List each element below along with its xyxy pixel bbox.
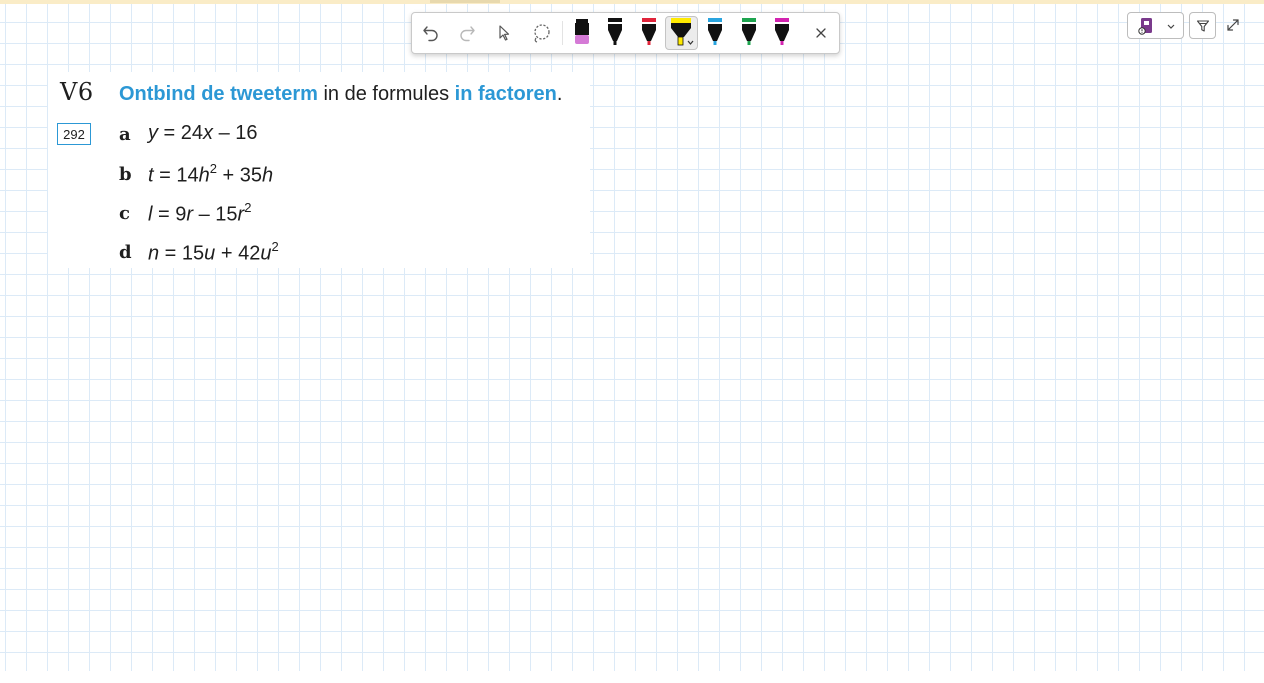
top-strip xyxy=(0,0,1264,4)
formula-d: n = 15u + 42u2 xyxy=(148,239,279,265)
pen-magenta-button[interactable] xyxy=(765,13,799,53)
item-letter-a: a xyxy=(119,124,131,145)
page-reference-badge: 292 xyxy=(57,123,91,145)
select-pointer-icon xyxy=(499,25,510,41)
pen-black-icon xyxy=(608,18,622,45)
pen-green-button[interactable] xyxy=(732,13,766,53)
instruction-keyword-1: Ontbind de tweeterm xyxy=(119,83,318,105)
highlighter-yellow-icon xyxy=(670,18,693,46)
item-letter-d: d xyxy=(119,242,132,263)
pen-blue-button[interactable] xyxy=(698,13,732,53)
bottom-margin xyxy=(0,671,1264,683)
pen-red-icon xyxy=(642,18,656,45)
top-strip-highlight xyxy=(430,0,500,3)
funnel-icon xyxy=(1196,19,1209,32)
filter-button[interactable] xyxy=(1189,12,1216,39)
pen-black-button[interactable] xyxy=(598,13,632,53)
lasso-tool-button[interactable] xyxy=(525,13,559,53)
pen-black-pink-icon xyxy=(575,19,589,44)
toolbar-separator xyxy=(562,21,563,45)
formula-c: l = 9r – 15r2 xyxy=(148,200,252,226)
item-letter-c: c xyxy=(119,203,130,224)
ink-pen-icon xyxy=(1137,17,1152,35)
redo-icon xyxy=(460,26,475,42)
expand-button[interactable] xyxy=(1222,14,1244,36)
expand-icon xyxy=(1227,19,1239,31)
highlighter-yellow-button[interactable] xyxy=(665,16,698,50)
pen-black-pink-button[interactable] xyxy=(565,13,599,53)
exercise-number: V6 xyxy=(60,78,94,106)
close-toolbar-button[interactable] xyxy=(804,13,838,53)
undo-button[interactable] xyxy=(414,13,448,53)
pen-tray-dropdown[interactable] xyxy=(1127,12,1184,39)
redo-button[interactable] xyxy=(450,13,484,53)
exercise-instruction: Ontbind de tweeterm in de formules in fa… xyxy=(119,83,562,106)
pen-blue-icon xyxy=(708,18,722,45)
pen-red-button[interactable] xyxy=(632,13,666,53)
instruction-period: . xyxy=(556,83,563,105)
instruction-text: in de formules xyxy=(317,83,455,105)
chevron-down-icon xyxy=(1167,24,1174,29)
select-tool-button[interactable] xyxy=(487,13,521,53)
formula-b: t = 14h2 + 35h xyxy=(148,161,274,187)
pen-magenta-icon xyxy=(775,18,789,45)
instruction-keyword-2: in factoren xyxy=(454,83,557,105)
close-icon xyxy=(816,28,826,38)
formula-a: y = 24x – 16 xyxy=(148,122,258,144)
lasso-icon xyxy=(534,24,550,43)
item-letter-b: b xyxy=(119,164,132,185)
undo-icon xyxy=(423,26,438,42)
pen-green-icon xyxy=(742,18,756,45)
ink-toolbar xyxy=(411,12,840,54)
